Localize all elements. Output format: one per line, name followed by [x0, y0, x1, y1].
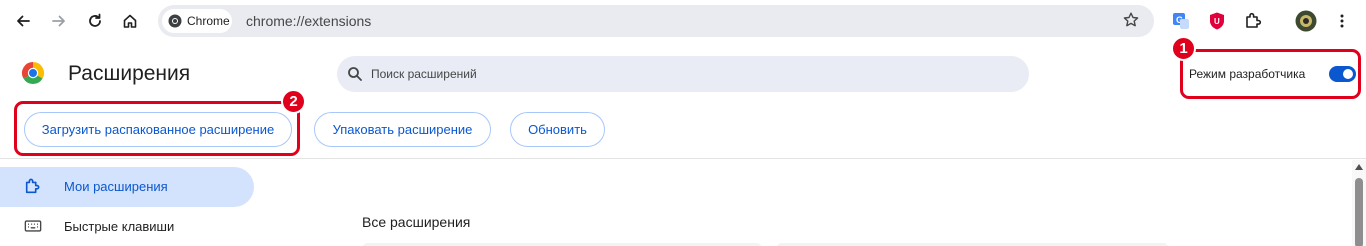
annotation-badge-2: 2 — [281, 89, 306, 114]
puzzle-icon — [24, 177, 42, 200]
translate-extension-button[interactable]: G — [1169, 9, 1193, 33]
annotation-badge-1: 1 — [1171, 36, 1196, 61]
site-chip-label: Chrome — [187, 14, 230, 28]
forward-button[interactable] — [43, 5, 75, 37]
toggle-knob — [1343, 69, 1353, 79]
site-info-chip[interactable]: Chrome — [162, 9, 232, 33]
browser-menu-button[interactable] — [1330, 9, 1354, 33]
bookmark-button[interactable] — [1122, 11, 1140, 34]
load-unpacked-button[interactable]: Загрузить распакованное расширение — [24, 112, 292, 147]
update-button[interactable]: Обновить — [510, 112, 605, 147]
developer-mode-toggle[interactable] — [1329, 66, 1356, 82]
header-divider — [0, 158, 1366, 159]
sidebar-item-my-extensions[interactable]: Мои расширения — [0, 167, 254, 207]
keyboard-icon — [24, 217, 42, 240]
ublock-icon: U — [1210, 12, 1224, 30]
developer-mode-highlight: Режим разработчика — [1180, 49, 1361, 99]
search-input[interactable] — [371, 56, 1011, 92]
arrow-forward-icon — [52, 15, 65, 27]
profile-avatar-icon — [1295, 10, 1317, 32]
scrollbar[interactable] — [1352, 160, 1366, 246]
sidebar-item-label: Быстрые клавиши — [64, 219, 175, 234]
svg-text:U: U — [1214, 17, 1220, 26]
pack-extension-button[interactable]: Упаковать расширение — [314, 112, 491, 147]
scroll-up-arrow[interactable] — [1355, 164, 1363, 170]
url-text[interactable]: chrome://extensions — [246, 13, 371, 29]
arrow-back-icon — [17, 15, 30, 27]
reload-icon — [89, 13, 101, 27]
section-title: Все расширения — [362, 214, 471, 230]
chrome-logo — [21, 61, 45, 90]
scrollbar-thumb[interactable] — [1355, 178, 1363, 246]
search-box[interactable] — [337, 56, 1029, 92]
home-button[interactable] — [114, 5, 146, 37]
sidebar-item-label: Мои расширения — [64, 179, 168, 194]
kebab-menu-icon — [1340, 14, 1344, 28]
chrome-logo-icon — [168, 14, 182, 28]
extensions-puzzle-icon — [1246, 12, 1262, 28]
star-icon — [1123, 12, 1139, 27]
translate-icon: G — [1173, 13, 1189, 29]
ublock-extension-button[interactable]: U — [1205, 9, 1229, 33]
sidebar-item-shortcuts[interactable]: Быстрые клавиши — [0, 207, 254, 246]
back-button[interactable] — [7, 5, 39, 37]
home-icon — [123, 14, 137, 28]
page-title: Расширения — [68, 62, 191, 85]
profile-button[interactable] — [1294, 9, 1318, 33]
chrome-logo-icon — [21, 62, 45, 85]
reload-button[interactable] — [79, 5, 111, 37]
browser-toolbar: Chrome chrome://extensions G U — [0, 0, 1366, 43]
search-icon — [347, 66, 363, 87]
extensions-menu-button[interactable] — [1241, 9, 1265, 33]
omnibox[interactable]: Chrome chrome://extensions — [158, 5, 1154, 37]
developer-mode-label: Режим разработчика — [1189, 67, 1306, 81]
